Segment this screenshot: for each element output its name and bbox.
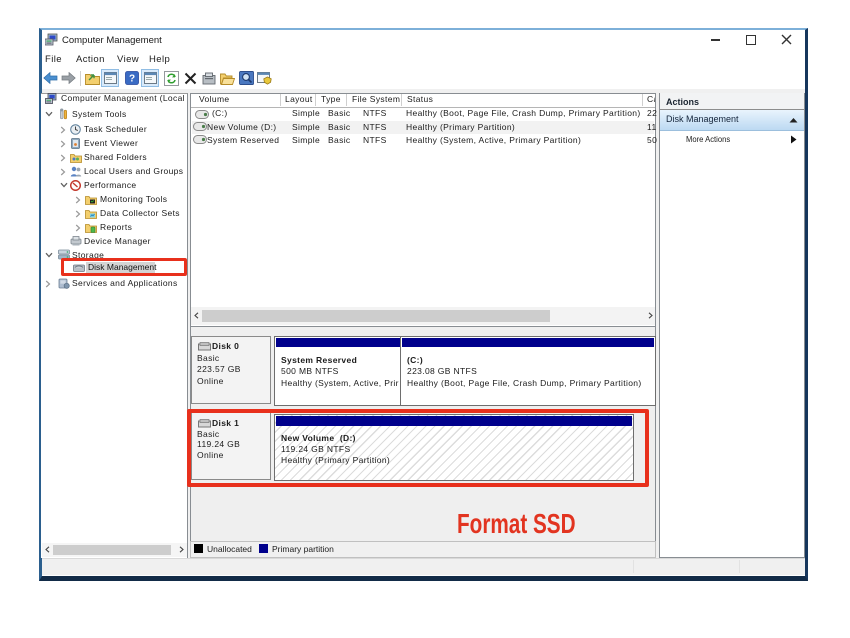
svg-text:?: ? bbox=[129, 74, 135, 85]
